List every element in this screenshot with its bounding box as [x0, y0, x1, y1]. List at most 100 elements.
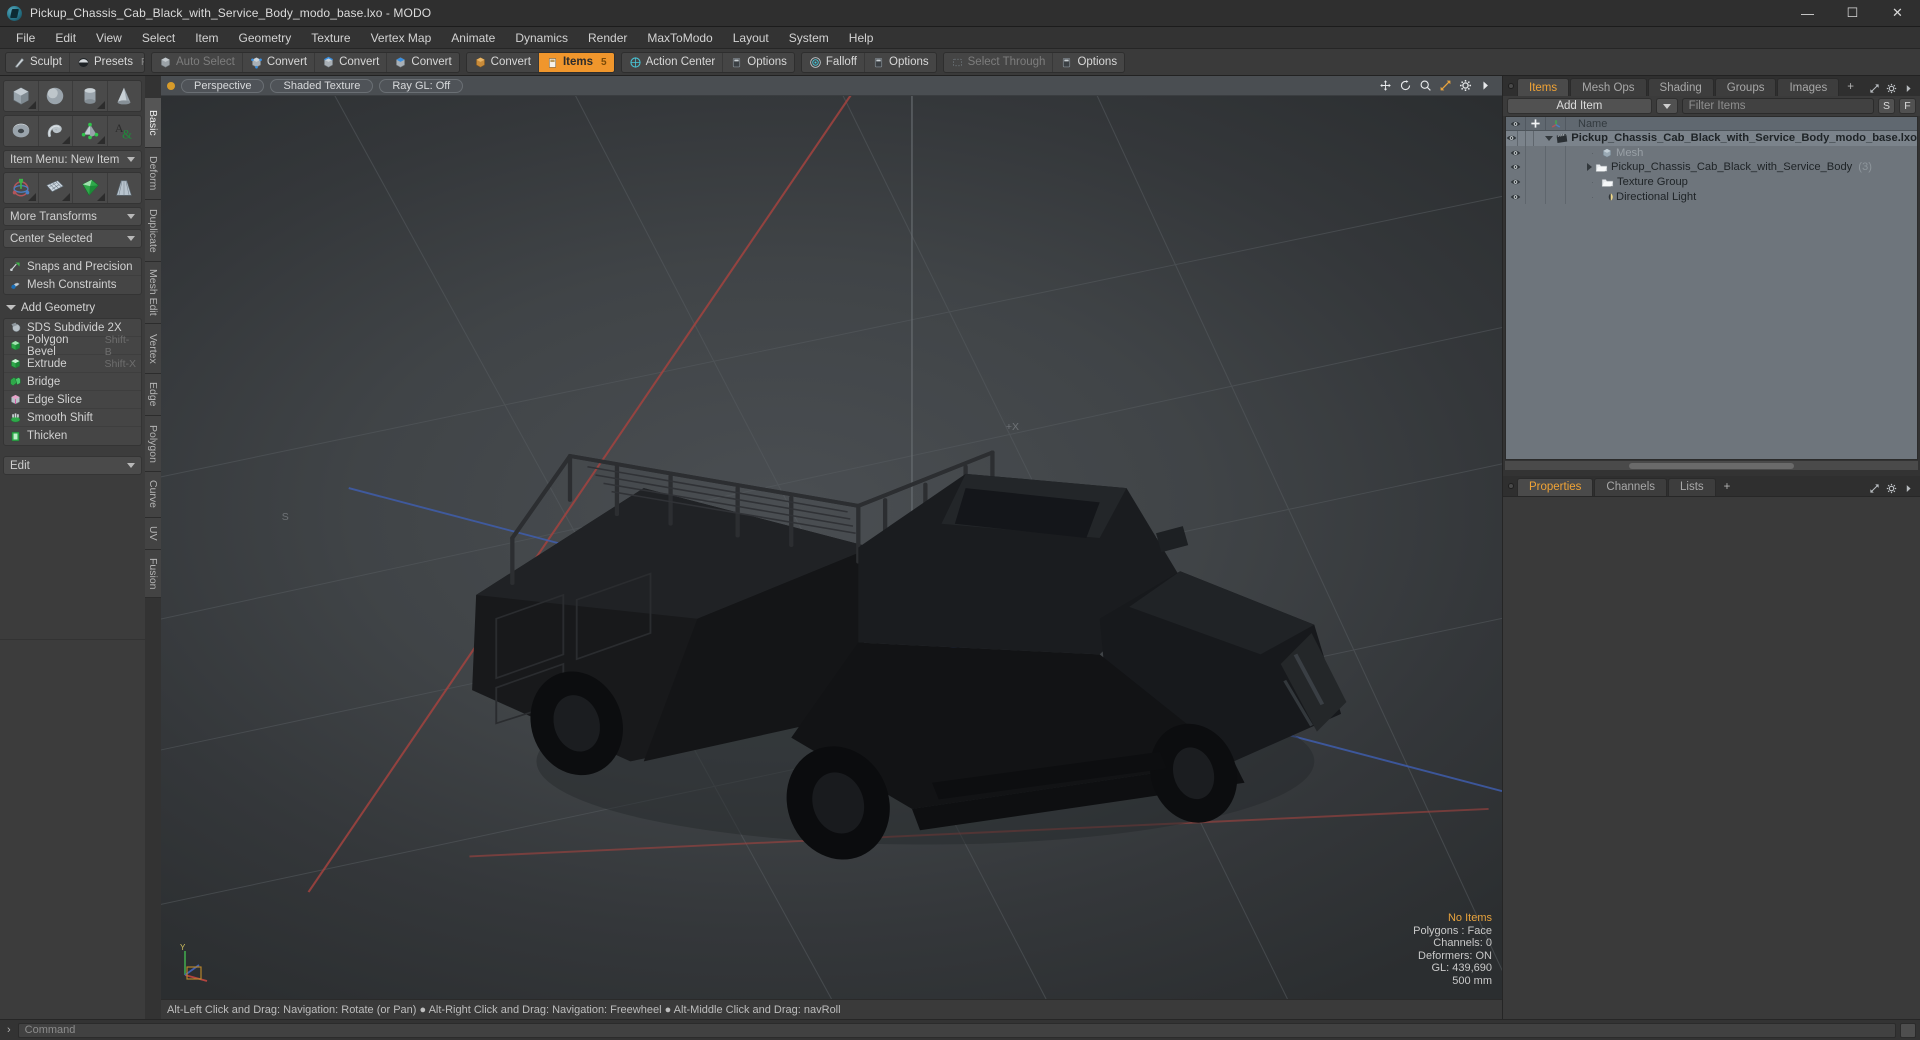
table-row[interactable]: · Texture Group [1506, 174, 1917, 190]
falloff-button[interactable]: Falloff [802, 52, 865, 72]
filter-f-button[interactable]: F [1899, 98, 1916, 114]
mesh-grid-tool[interactable] [39, 173, 73, 203]
action-center-button[interactable]: Action Center [622, 52, 724, 72]
column-transform-header[interactable] [1546, 117, 1566, 130]
tab-items[interactable]: Items [1517, 78, 1570, 96]
row-lock-cell[interactable] [1518, 131, 1527, 146]
chevron-right-icon[interactable] [1903, 83, 1914, 94]
row-name-cell[interactable]: · Texture Group [1566, 175, 1917, 190]
row-lock-cell[interactable] [1526, 189, 1546, 204]
row-name-cell[interactable]: · Mesh [1566, 146, 1917, 161]
sphere-primitive-tool[interactable] [39, 81, 73, 111]
vtab-vertex[interactable]: Vertex [145, 324, 161, 374]
menu-dynamics[interactable]: Dynamics [505, 28, 578, 48]
mesh-constraints-row[interactable]: Mesh Constraints [4, 276, 141, 294]
expand-icon[interactable] [1869, 483, 1880, 494]
menu-vertex-map[interactable]: Vertex Map [361, 28, 442, 48]
vtab-curve[interactable]: Curve [145, 472, 161, 518]
row-name-cell[interactable]: Pickup_Chassis_Cab_Black_with_Service_Bo… [1534, 131, 1917, 146]
row-name-cell[interactable]: Pickup_Chassis_Cab_Black_with_Service_Bo… [1566, 160, 1917, 175]
cube-primitive-tool[interactable] [4, 81, 39, 111]
convert-edge-button[interactable]: Convert [315, 52, 388, 72]
column-visibility-header[interactable] [1506, 117, 1526, 130]
smooth-shift-row[interactable]: Smooth Shift [4, 409, 141, 427]
snaps-and-precision-row[interactable]: Snaps and Precision [4, 258, 141, 276]
thicken-row[interactable]: Thicken [4, 427, 141, 445]
add-item-button[interactable]: Add Item [1507, 98, 1652, 114]
gear-icon[interactable] [1886, 483, 1897, 494]
tab-add-button[interactable]: + [1840, 78, 1861, 96]
tab-lists[interactable]: Lists [1668, 477, 1716, 496]
gear-icon[interactable] [1886, 83, 1897, 94]
row-visibility-toggle[interactable] [1506, 160, 1526, 175]
viewport-menu-dot[interactable] [167, 81, 175, 90]
action-center-options-button[interactable]: Options [723, 53, 794, 72]
row-transform-cell[interactable] [1546, 174, 1566, 190]
point-mesh-primitive-tool[interactable] [73, 116, 108, 146]
tab-images[interactable]: Images [1777, 78, 1840, 96]
row-lock-cell[interactable] [1526, 145, 1546, 161]
row-name-cell[interactable]: · Directional Light [1566, 189, 1917, 204]
polygon-bevel-row[interactable]: Polygon Bevel Shift-B [4, 334, 141, 358]
menu-animate[interactable]: Animate [441, 28, 505, 48]
menu-texture[interactable]: Texture [301, 28, 360, 48]
row-visibility-toggle[interactable] [1506, 131, 1518, 146]
zoom-icon[interactable] [1419, 79, 1432, 92]
more-transforms-dropdown[interactable]: More Transforms [3, 207, 142, 226]
column-name-header[interactable]: Name [1566, 117, 1917, 130]
menu-item[interactable]: Item [185, 28, 228, 48]
extrude-row[interactable]: Extrude Shift-X [4, 355, 141, 373]
tab-groups[interactable]: Groups [1714, 78, 1777, 96]
presets-button[interactable]: Presets F6 [70, 53, 144, 72]
taper-tool[interactable] [108, 173, 142, 203]
menu-maxtomodo[interactable]: MaxToModo [637, 28, 722, 48]
vtab-deform[interactable]: Deform [145, 148, 161, 200]
text-primitive-tool[interactable]: A & [108, 116, 142, 146]
3d-viewport[interactable]: +X S Y No Items Polygons : Face Channels… [161, 96, 1502, 999]
properties-menu-dot[interactable] [1508, 482, 1514, 489]
auto-select-button[interactable]: Auto Select [152, 52, 243, 72]
spiral-primitive-tool[interactable] [39, 116, 73, 146]
menu-edit[interactable]: Edit [45, 28, 86, 48]
vtab-duplicate[interactable]: Duplicate [145, 200, 161, 262]
expand-icon[interactable] [1869, 83, 1880, 94]
filter-s-button[interactable]: S [1878, 98, 1895, 114]
bridge-row[interactable]: Bridge [4, 373, 141, 391]
torus-primitive-tool[interactable] [4, 116, 39, 146]
convert-vertex-button[interactable]: Convert [243, 52, 316, 72]
item-tree-empty-space[interactable] [1506, 203, 1917, 459]
command-extra-button[interactable] [1900, 1022, 1916, 1038]
menu-view[interactable]: View [86, 28, 132, 48]
add-geometry-section-header[interactable]: Add Geometry [3, 299, 142, 316]
panel-menu-dot[interactable] [1508, 83, 1514, 89]
convert-material-button[interactable]: Convert [467, 52, 539, 72]
vtab-polygon[interactable]: Polygon [145, 416, 161, 472]
row-visibility-toggle[interactable] [1506, 174, 1526, 190]
tab-properties[interactable]: Properties [1517, 477, 1594, 496]
row-lock-cell[interactable] [1526, 160, 1546, 175]
maximize-button[interactable]: ☐ [1830, 0, 1875, 26]
transform-gizmo-tool[interactable] [4, 173, 39, 203]
select-through-options-button[interactable]: Options [1053, 53, 1124, 72]
row-transform-cell[interactable] [1546, 145, 1566, 161]
edge-slice-row[interactable]: Edge Slice [4, 391, 141, 409]
table-row[interactable]: Pickup_Chassis_Cab_Black_with_Service_Bo… [1506, 131, 1917, 146]
view-mode-perspective[interactable]: Perspective [181, 78, 265, 93]
raygl-toggle[interactable]: Ray GL: Off [379, 78, 464, 93]
items-mode-button[interactable]: Items 5 [538, 52, 614, 72]
row-visibility-toggle[interactable] [1506, 189, 1526, 204]
add-item-dropdown-button[interactable] [1655, 98, 1678, 114]
row-transform-cell[interactable] [1546, 189, 1566, 204]
menu-layout[interactable]: Layout [723, 28, 779, 48]
tab-channels[interactable]: Channels [1594, 477, 1668, 496]
vtab-uv[interactable]: UV [145, 518, 161, 550]
menu-help[interactable]: Help [839, 28, 884, 48]
properties-panel-content[interactable] [1503, 495, 1920, 1019]
chevron-right-icon[interactable] [1903, 483, 1914, 494]
menu-system[interactable]: System [779, 28, 839, 48]
chevron-right-icon[interactable] [1479, 79, 1492, 92]
fit-icon[interactable] [1439, 79, 1452, 92]
table-row[interactable]: Pickup_Chassis_Cab_Black_with_Service_Bo… [1506, 160, 1917, 175]
vtab-fusion[interactable]: Fusion [145, 550, 161, 598]
center-selected-dropdown[interactable]: Center Selected [3, 229, 142, 248]
